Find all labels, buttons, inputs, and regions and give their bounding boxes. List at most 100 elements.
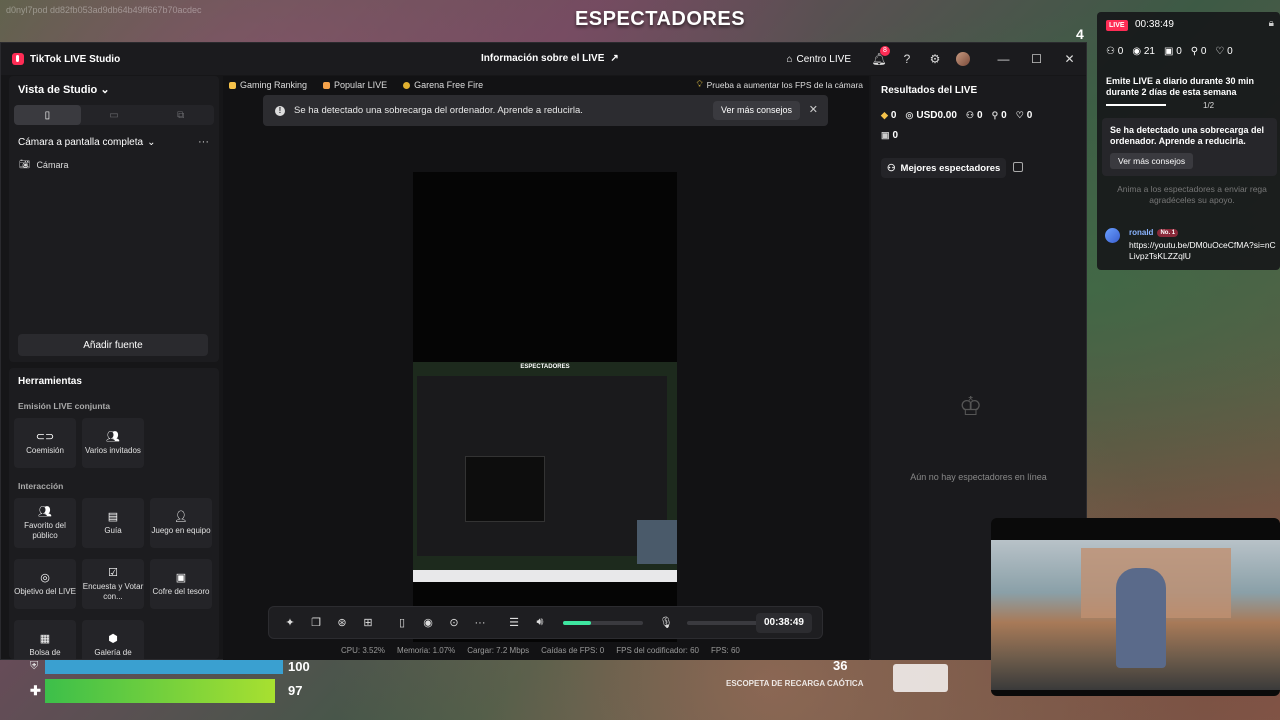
best-viewers-label: Mejores espectadores <box>900 162 1001 174</box>
tool-audience-favorite[interactable]: 👥︎ Favorito del público <box>14 498 76 548</box>
nested-thumbnail <box>637 520 677 564</box>
title-bar: TikTok LIVE Studio Información sobre el … <box>1 43 1086 75</box>
pip-person <box>1116 568 1166 668</box>
tool-live-goal[interactable]: ◎ Objetivo del LIVE <box>14 559 76 609</box>
tag-gaming-ranking[interactable]: Gaming Ranking <box>229 80 307 90</box>
stat-fps: FPS: 60 <box>710 646 740 655</box>
heart-icon: ♡ <box>1215 46 1228 57</box>
dual-option[interactable]: ⧉ <box>147 105 214 125</box>
weapon-slot <box>893 664 948 692</box>
tool-multi-guest[interactable]: 👥︎ Varios invitados <box>82 418 144 468</box>
effects-button[interactable]: ⊛ <box>329 616 355 629</box>
effects-icon: ⊛ <box>337 617 347 629</box>
tool-gallery[interactable]: ⬢ Galería de <box>82 620 144 659</box>
live-info-button[interactable]: Información sobre el LIVE ↗ <box>481 53 619 64</box>
tool-label: Varios invitados <box>85 446 141 455</box>
microphone-icon: 🎙︎ <box>659 617 673 629</box>
health-bar <box>45 679 275 703</box>
capture-icon: ⊙ <box>449 617 459 629</box>
centro-live-button[interactable]: ⌂ Centro LIVE <box>786 54 851 65</box>
gear-icon: ⚙ <box>929 52 941 66</box>
alert-message: Se ha detectado una sobrecarga del orden… <box>294 105 583 116</box>
more-options-button[interactable]: ··· <box>198 136 209 148</box>
list-icon[interactable] <box>1013 162 1023 172</box>
magic-wand-button[interactable]: ✦ <box>277 616 303 629</box>
more-icon: ··· <box>198 136 209 148</box>
orientation-toggle: ▯ ▭ ⧉ <box>14 105 214 125</box>
tool-label: Galería de <box>94 648 132 657</box>
share-icon: ↗ <box>610 53 619 64</box>
close-button[interactable]: ✕ <box>1053 43 1086 75</box>
view-selector[interactable]: Vista de Studio ⌄ <box>18 83 110 96</box>
help-button[interactable]: ? <box>893 43 921 75</box>
more-tips-button[interactable]: Ver más consejos <box>712 101 800 120</box>
home-icon: ⌂ <box>786 53 793 65</box>
layers-icon: ❐ <box>311 617 321 629</box>
link-icon: ⊂⊃ <box>35 431 55 443</box>
speaker-button[interactable]: 🔊︎ <box>527 616 553 629</box>
profile-button[interactable] <box>949 43 977 75</box>
landscape-option[interactable]: ▭ <box>81 105 148 125</box>
goal-fraction: 1/2 <box>1203 101 1215 110</box>
phone-button[interactable]: ▯ <box>389 616 415 629</box>
tool-treasure-chest[interactable]: ▣ Cofre del tesoro <box>150 559 212 609</box>
eye-icon: ◉ <box>1132 46 1144 57</box>
volume-slider[interactable] <box>563 620 643 625</box>
overlay-more-tips-button[interactable]: Ver más consejos <box>1110 153 1194 169</box>
live-timer: 00:38:49 <box>755 613 812 633</box>
more-icon: ··· <box>474 616 486 629</box>
users-icon: ⚇ <box>1106 46 1118 57</box>
chevron-down-icon: ⌄ <box>100 84 110 96</box>
settings-button[interactable]: ⚙ <box>921 43 949 75</box>
overlay-shares: ⚲ 0 <box>1191 46 1207 57</box>
close-icon: ✕ <box>1064 52 1075 66</box>
tag-popular-live[interactable]: Popular LIVE <box>323 80 387 90</box>
tool-bag[interactable]: ▦ Bolsa de <box>14 620 76 659</box>
tool-guide[interactable]: ▤ Guía <box>82 498 144 548</box>
stream-canvas[interactable]: ESPECTADORES <box>413 172 677 642</box>
tag-label: Popular LIVE <box>334 80 388 90</box>
mic-button[interactable]: 🎙︎ <box>653 616 679 629</box>
tool-team-game[interactable]: 👤︎ Juego en equipo <box>150 498 212 548</box>
goal-progress <box>1106 104 1166 106</box>
tool-poll[interactable]: ☑ Encuesta y Votar con... <box>82 559 144 609</box>
tiktok-logo-icon <box>12 53 24 65</box>
layers-button[interactable]: ❐ <box>303 616 329 629</box>
source-camera[interactable]: 📷︎ Cámara <box>19 159 68 170</box>
add-source-button[interactable]: Añadir fuente <box>18 334 208 356</box>
nested-window-inner <box>465 456 545 522</box>
pip-video[interactable] <box>991 518 1280 696</box>
record-button[interactable]: ◉ <box>415 616 441 629</box>
info-icon: ! <box>275 105 285 116</box>
shield-value: 100 <box>288 659 310 674</box>
fps-tip[interactable]: 💡︎ Prueba a aumentar los FPS de la cámar… <box>697 79 863 90</box>
overlay-timer: 00:38:49 <box>1135 19 1174 30</box>
maximize-button[interactable]: ☐ <box>1020 43 1053 75</box>
tag-garena[interactable]: Garena Free Fire <box>403 80 483 90</box>
stat-upload: Cargar: 7.2 Mbps <box>467 646 530 655</box>
portrait-option[interactable]: ▯ <box>14 105 81 125</box>
capture-button[interactable]: ⊙ <box>441 616 467 629</box>
close-icon: ✕ <box>808 104 818 116</box>
results-row-1: ◆ 0 ◎ USD0.00 ⚇ 0 ⚲ 0 ♡ 0 <box>881 110 1032 121</box>
minimize-button[interactable]: — <box>987 43 1020 75</box>
overlay-alert: Se ha detectado una sobrecarga del orden… <box>1102 118 1277 176</box>
mixer-button[interactable]: ☰ <box>501 616 527 629</box>
rank-badge: No. 1 <box>1157 228 1179 237</box>
nested-preview: ESPECTADORES <box>413 362 677 582</box>
tool-coemision[interactable]: ⊂⊃ Coemisión <box>14 418 76 468</box>
audience-icon: 👥︎ <box>38 506 52 518</box>
close-alert-button[interactable]: ✕ <box>809 103 818 116</box>
lock-icon[interactable]: 🔒︎ <box>1269 18 1274 29</box>
scene-selector[interactable]: Cámara a pantalla completa ⌄ <box>18 137 155 148</box>
notifications-button[interactable]: 🔔︎ 8 <box>865 43 893 75</box>
speaker-icon: 🔊︎ <box>536 616 544 628</box>
screen-button[interactable]: ⊞ <box>355 616 381 629</box>
gifts-value: 0 <box>892 130 899 141</box>
game-counter: 4 <box>1076 26 1084 42</box>
chat-username[interactable]: ronald No. 1 <box>1129 228 1179 237</box>
more-controls-button[interactable]: ··· <box>467 617 493 629</box>
best-viewers-tab[interactable]: ⚇ Mejores espectadores <box>881 158 1007 178</box>
stat-memory: Memoria: 1.07% <box>397 646 456 655</box>
screen-icon: ⊞ <box>363 617 373 629</box>
